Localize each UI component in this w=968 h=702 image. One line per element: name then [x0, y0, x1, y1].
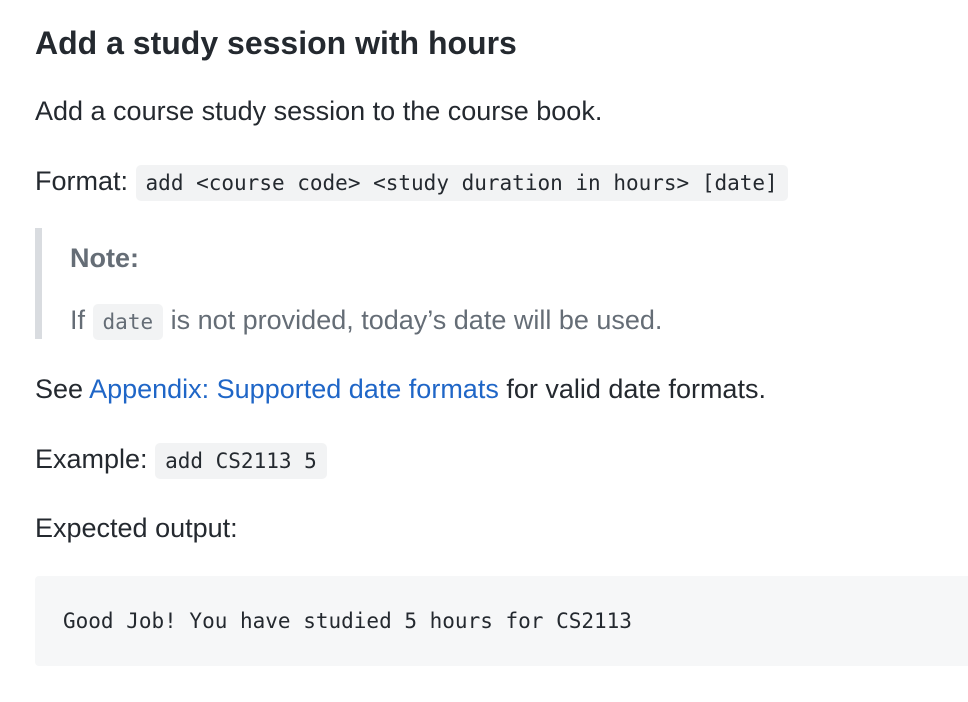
- note-code: date: [92, 304, 164, 340]
- example-code: add CS2113 5: [155, 443, 327, 479]
- appendix-date-formats-link[interactable]: Appendix: Supported date formats: [89, 374, 499, 404]
- expected-output-codeblock: Good Job! You have studied 5 hours for C…: [35, 576, 968, 666]
- see-suffix: for valid date formats.: [506, 374, 766, 404]
- see-line: See Appendix: Supported date formats for…: [35, 371, 766, 407]
- note-suffix: is not provided, today’s date will be us…: [170, 305, 663, 335]
- example-line: Example: add CS2113 5: [35, 441, 327, 479]
- expected-output-label: Expected output:: [35, 513, 238, 543]
- format-code: add <course code> <study duration in hou…: [135, 165, 788, 201]
- example-label: Example:: [35, 444, 148, 474]
- expected-output-text: Good Job! You have studied 5 hours for C…: [63, 609, 632, 633]
- see-prefix: See: [35, 374, 84, 404]
- note-prefix: If: [70, 305, 86, 335]
- description-text: Add a course study session to the course…: [35, 96, 603, 126]
- format-label: Format:: [35, 166, 129, 196]
- note-blockquote: Note: If date is not provided, today’s d…: [35, 228, 742, 340]
- section-heading: Add a study session with hours: [35, 25, 517, 61]
- note-title: Note:: [70, 243, 139, 273]
- format-line: Format: add <course code> <study duratio…: [35, 163, 788, 201]
- note-body: If date is not provided, today’s date wi…: [70, 302, 662, 340]
